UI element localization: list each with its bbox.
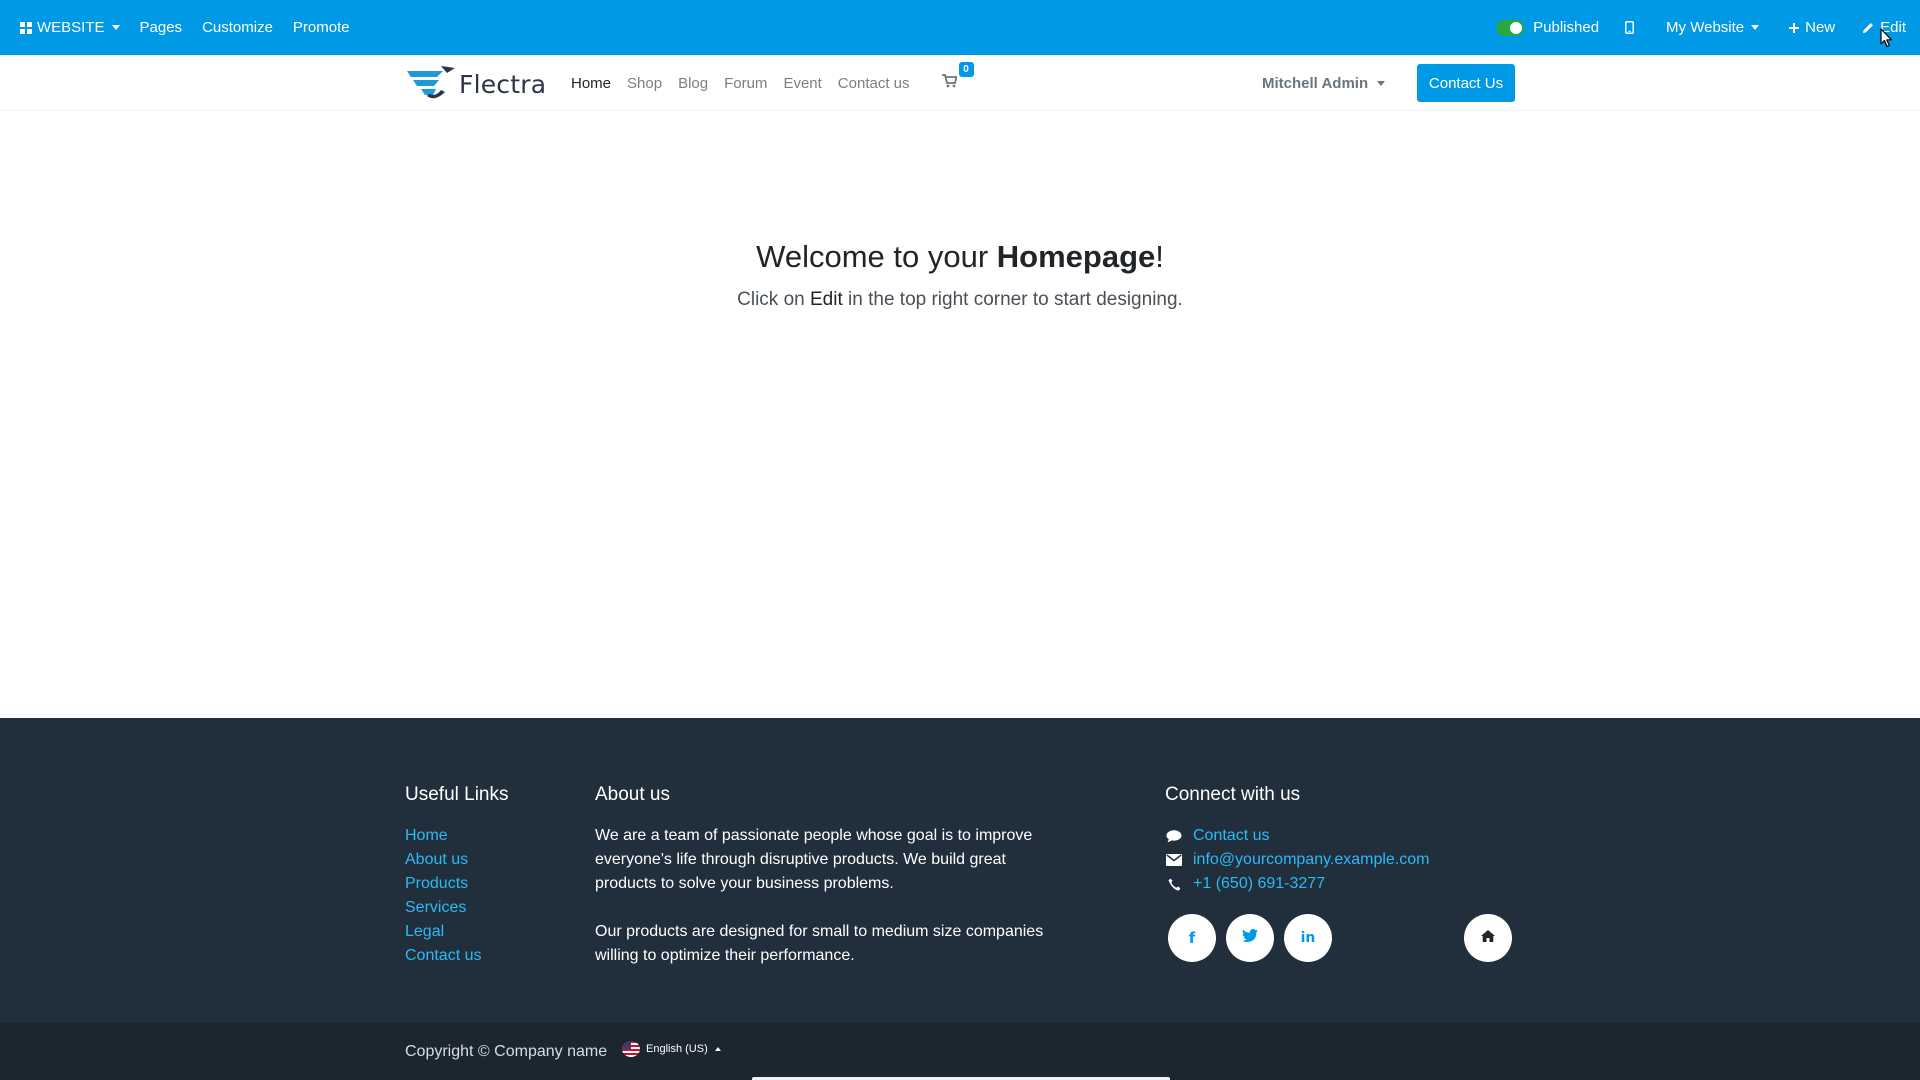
list-item: Contact us <box>405 944 481 968</box>
linkedin-button[interactable]: in <box>1284 914 1332 962</box>
phone-icon <box>1165 878 1183 891</box>
home-icon <box>1481 929 1495 947</box>
contact-us-button[interactable]: Contact Us <box>1417 64 1515 102</box>
about-us-title: About us <box>595 784 670 805</box>
nav-forum[interactable]: Forum <box>716 75 775 92</box>
nav-contact-us[interactable]: Contact us <box>830 75 918 92</box>
comment-icon <box>1165 829 1183 843</box>
connect-title: Connect with us <box>1165 784 1301 805</box>
about-paragraph-1: We are a team of passionate people whose… <box>595 827 1033 892</box>
welcome-strong: Homepage <box>996 239 1156 274</box>
connect-list: Contact us info@yourcompany.example.com … <box>1165 824 1430 896</box>
list-item: About us <box>405 848 481 872</box>
footer-link-legal[interactable]: Legal <box>405 923 444 940</box>
about-us-text: We are a team of passionate people whose… <box>595 824 1045 968</box>
list-item: info@yourcompany.example.com <box>1165 848 1430 872</box>
site-footer: Useful Links Home About us Products Serv… <box>0 718 1920 1023</box>
website-switcher[interactable]: My Website <box>1650 0 1775 55</box>
footer-contact-link[interactable]: Contact us <box>1193 824 1269 848</box>
main-content: Welcome to your Homepage! Click on Edit … <box>0 111 1920 718</box>
chevron-down-icon <box>1377 80 1386 86</box>
chevron-down-icon <box>1751 25 1760 30</box>
list-item: Services <box>405 896 481 920</box>
published-toggle[interactable]: Published <box>1486 0 1609 55</box>
site-logo[interactable]: Flectra <box>405 63 546 105</box>
envelope-icon <box>1165 854 1183 866</box>
welcome-prefix: Welcome to your <box>756 239 997 274</box>
list-item: Contact us <box>1165 824 1430 848</box>
promote-menu[interactable]: Promote <box>283 0 360 55</box>
welcome-heading: Welcome to your Homepage! <box>0 239 1920 275</box>
us-flag-icon <box>622 1041 640 1057</box>
list-item: +1 (650) 691-3277 <box>1165 872 1430 896</box>
toggle-switch-icon <box>1496 19 1525 36</box>
site-header: Flectra Home Shop Blog Forum Event Conta… <box>0 55 1920 111</box>
copyright-bar: Copyright © Company name English (US) <box>0 1023 1920 1080</box>
copyright-text: Copyright © Company name <box>405 1043 608 1060</box>
published-label: Published <box>1533 19 1600 36</box>
nav-blog[interactable]: Blog <box>670 75 716 92</box>
home-button[interactable] <box>1464 914 1512 962</box>
new-content-button[interactable]: New <box>1775 0 1849 55</box>
language-label: English (US) <box>646 1043 708 1055</box>
twitter-button[interactable] <box>1226 914 1274 962</box>
chevron-down-icon <box>111 25 120 30</box>
customize-menu[interactable]: Customize <box>192 0 283 55</box>
logo-text: Flectra <box>459 69 547 99</box>
facebook-icon: f <box>1188 929 1196 947</box>
footer-link-contact-us[interactable]: Contact us <box>405 947 481 964</box>
sub-strong: Edit <box>810 289 843 310</box>
useful-links-list: Home About us Products Services Legal Co… <box>405 824 481 968</box>
website-switcher-label: My Website <box>1666 19 1745 36</box>
footer-phone-link[interactable]: +1 (650) 691-3277 <box>1193 872 1325 896</box>
mobile-preview-button[interactable] <box>1609 0 1650 55</box>
list-item: Products <box>405 872 481 896</box>
pencil-icon <box>1863 22 1874 33</box>
user-name: Mitchell Admin <box>1262 74 1369 92</box>
pages-menu[interactable]: Pages <box>130 0 193 55</box>
sub-prefix: Click on <box>737 289 810 310</box>
nav-event[interactable]: Event <box>775 75 829 92</box>
footer-link-home[interactable]: Home <box>405 827 448 844</box>
new-label: New <box>1805 19 1836 36</box>
linkedin-icon: in <box>1300 930 1316 946</box>
list-item: Legal <box>405 920 481 944</box>
apps-grid-icon <box>20 21 32 34</box>
footer-link-about-us[interactable]: About us <box>405 851 468 868</box>
mouse-pointer-icon <box>1880 28 1893 53</box>
useful-links-title: Useful Links <box>405 784 509 805</box>
footer-email-link[interactable]: info@yourcompany.example.com <box>1193 848 1430 872</box>
about-paragraph-2: Our products are designed for small to m… <box>595 923 1044 964</box>
user-menu[interactable]: Mitchell Admin <box>1262 55 1386 111</box>
website-admin-bar: WEBSITE Pages Customize Promote Publishe… <box>0 0 1920 55</box>
website-menu[interactable]: WEBSITE <box>10 0 130 55</box>
sub-suffix: in the top right corner to start designi… <box>842 289 1183 310</box>
footer-link-services[interactable]: Services <box>405 899 466 916</box>
nav-shop[interactable]: Shop <box>619 75 670 92</box>
welcome-subtext: Click on Edit in the top right corner to… <box>0 289 1920 311</box>
edit-button[interactable]: Edit <box>1849 0 1906 55</box>
cart-button[interactable]: 0 <box>941 62 974 92</box>
shopping-cart-icon <box>941 74 958 92</box>
chevron-up-icon <box>714 1047 721 1051</box>
twitter-icon <box>1242 929 1258 947</box>
mobile-phone-icon <box>1625 21 1635 34</box>
list-item: Home <box>405 824 481 848</box>
facebook-button[interactable]: f <box>1168 914 1216 962</box>
plus-icon <box>1789 22 1800 33</box>
flectra-bird-logo-icon <box>405 62 457 107</box>
language-selector[interactable]: English (US) <box>622 1041 721 1057</box>
footer-link-products[interactable]: Products <box>405 875 468 892</box>
cart-count-badge: 0 <box>958 62 974 77</box>
website-menu-label: WEBSITE <box>37 19 105 36</box>
welcome-suffix: ! <box>1155 239 1164 274</box>
nav-home[interactable]: Home <box>563 75 619 92</box>
main-nav: Home Shop Blog Forum Event Contact us 0 <box>563 55 974 111</box>
